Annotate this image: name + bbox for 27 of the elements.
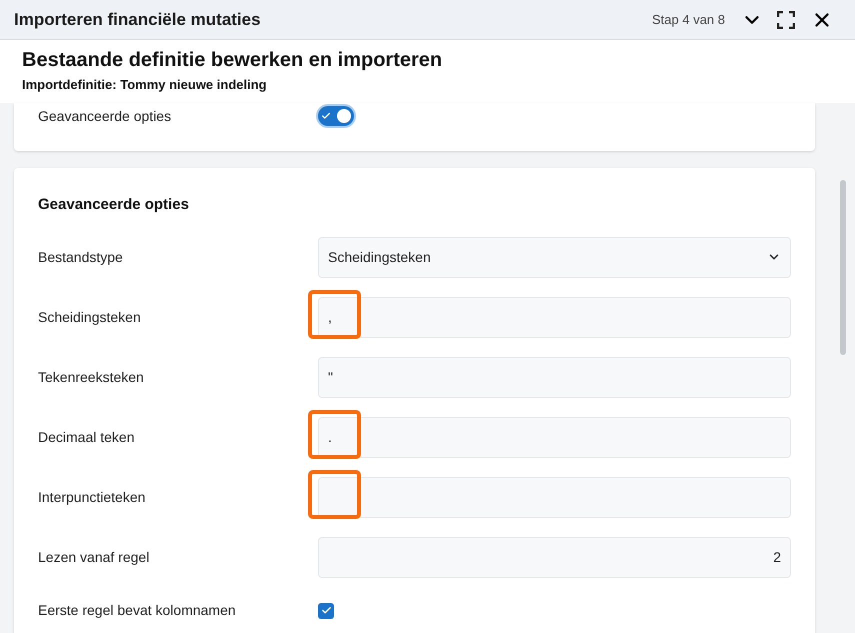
check-icon [320,605,332,616]
field-label: Eerste regel bevat kolomnamen [38,601,237,620]
window-title: Importeren financiële mutaties [14,8,262,31]
input-field[interactable] [318,476,791,518]
toggle-switch[interactable] [318,106,354,126]
field-label: Scheidingsteken [38,308,142,327]
page-title: Bestaande definitie bewerken en importeren [22,48,444,73]
file-type-select[interactable]: Scheidingsteken [318,236,791,278]
input-field[interactable]: 2 [318,536,791,578]
field-label: Bestandstype [38,248,124,267]
field-label: Tekenreeksteken [38,368,145,386]
scrollbar[interactable] [840,180,846,355]
page-subtitle: Importdefinitie: Tommy nieuwe indeling [22,76,268,94]
section-title: Geavanceerde opties [38,195,190,215]
checkbox[interactable] [318,602,334,618]
step-indicator: Stap 4 van 8 [652,10,725,29]
input-field[interactable]: , [318,296,791,338]
field-label: Lezen vanaf regel [38,548,150,567]
field-label: Decimaal teken [38,428,136,446]
input-field[interactable]: . [318,416,791,458]
toggle-knob [337,109,351,123]
fullscreen-icon [777,10,795,28]
check-icon [321,111,331,121]
toggle-label: Geavanceerde opties [38,107,172,126]
input-field[interactable]: " [318,356,791,398]
fullscreen-button[interactable] [777,10,795,28]
field-label: Interpunctieteken [38,488,146,507]
